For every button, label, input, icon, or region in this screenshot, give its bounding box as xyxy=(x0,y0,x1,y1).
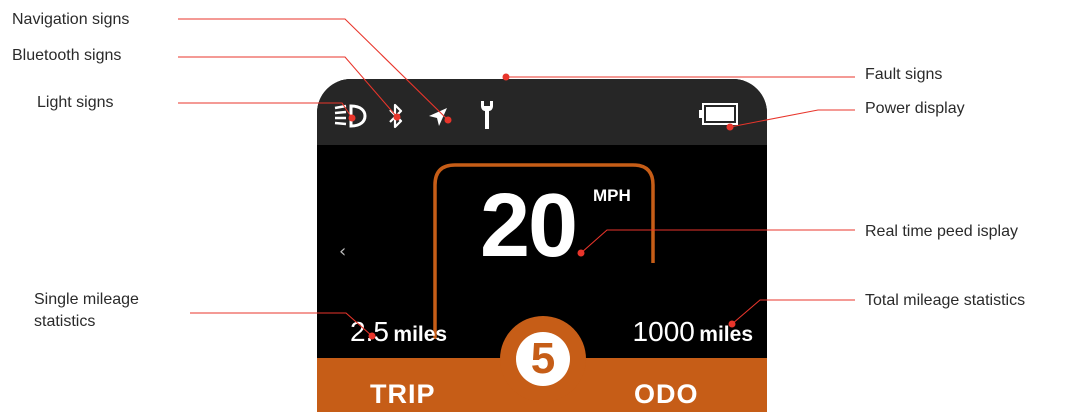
trip-label: TRIP xyxy=(370,379,436,409)
trip-number: 2.5 xyxy=(350,316,389,347)
callout-bluetooth-signs: Bluetooth signs xyxy=(12,47,122,64)
wrench-icon xyxy=(481,101,493,129)
speed-unit: MPH xyxy=(593,186,631,205)
callout-fault-signs: Fault signs xyxy=(865,66,943,83)
battery-level-fill xyxy=(706,107,734,121)
trip-mileage-value: 2.5 miles xyxy=(350,316,447,348)
battery-icon xyxy=(699,103,738,125)
callout-realtime-speed-display: Real time peed isplay xyxy=(865,223,1018,240)
callout-total-mileage-statistics: Total mileage statistics xyxy=(865,292,1026,309)
callout-power-display: Power display xyxy=(865,100,965,117)
gear-level: 5 xyxy=(516,332,570,386)
odo-mileage-value: 1000 miles xyxy=(633,316,753,348)
navigation-arrow-icon xyxy=(429,108,447,126)
status-bar xyxy=(317,79,767,145)
odo-label: ODO xyxy=(634,379,699,409)
callout-single-mileage-line1: Single mileage xyxy=(34,291,139,308)
callout-single-mileage-line2: statistics xyxy=(34,313,96,330)
odo-number: 1000 xyxy=(632,316,695,347)
chevron-left-icon: ‹ xyxy=(339,241,347,262)
odo-unit: miles xyxy=(699,323,753,346)
speed-value: 20 xyxy=(479,176,578,276)
bluetooth-icon xyxy=(389,103,403,129)
callout-navigation-signs: Navigation signs xyxy=(12,11,130,28)
headlight-icon xyxy=(334,104,367,128)
callout-light-signs: Light signs xyxy=(37,94,114,111)
trip-unit: miles xyxy=(393,323,448,346)
display-screen: 20 MPH ‹ 2.5 miles 1000 miles TRIP ODO 5 xyxy=(317,79,767,412)
